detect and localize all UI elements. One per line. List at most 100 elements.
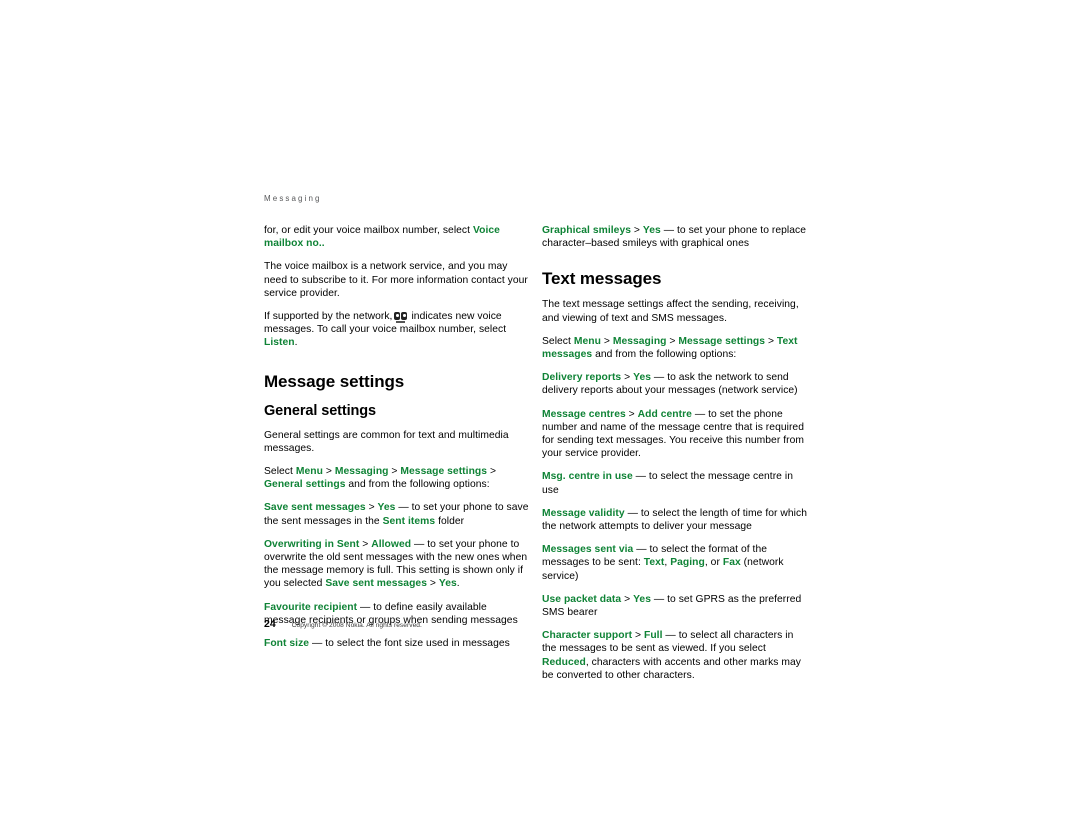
text-run: — [624,507,641,519]
text-run: If supported by the network, [264,311,393,323]
path-separator: > [426,578,439,590]
path-separator: > [487,466,497,478]
text-run: — [633,544,650,556]
right-column: Graphical smileys > Yes — to set your ph… [542,224,807,692]
text-run: to select the font size used in messages [325,638,510,650]
option-character-support: Character support > Full — to select all… [542,629,807,682]
menu-term-paging: Paging [670,557,705,569]
menu-term-listen: Listen [264,337,295,349]
menu-term-sent-items: Sent items [382,515,436,527]
option-term: Font size [264,638,310,650]
manual-page: Messaging for, or edit your voice mailbo… [0,0,1080,834]
option-message-validity: Message validity — to select the length … [542,507,807,533]
option-term: Graphical smileys [542,225,631,236]
path-separator: > [322,466,335,478]
menu-term-menu: Menu [295,466,323,478]
option-term: Favourite recipient [264,601,358,613]
left-column: for, or edit your voice mailbox number, … [264,224,529,660]
page-footer: 24 Copyright © 2008 Nokia. All rights re… [264,618,422,630]
path-separator: > [621,593,634,605]
menu-term-fax: Fax [722,557,741,569]
option-term: Message centres [542,408,626,420]
text-run: — [411,538,428,550]
option-term: Messages sent via [542,544,634,556]
menu-term-text: Text [643,557,665,569]
path-separator: > [388,466,401,478]
option-overwriting-in-sent: Overwriting in Sent > Allowed — to set y… [264,538,529,591]
menu-term-yes: Yes [438,578,457,590]
text-run: for, or edit your voice mailbox number, … [264,225,473,236]
menu-term-save-sent-messages: Save sent messages [325,578,427,590]
option-value: Add centre [637,408,692,420]
menu-term-reduced: Reduced [542,656,586,668]
menu-term-general-settings: General settings [264,479,346,491]
paragraph-text-settings: The text message settings affect the sen… [542,299,799,324]
option-term: Delivery reports [542,372,622,384]
subheading-general-settings: General settings [264,402,377,419]
text-run: — [662,630,679,642]
option-value: Full [644,630,663,642]
option-messages-sent-via: Messages sent via — to select the format… [542,543,807,583]
menu-term-message-settings: Message settings [678,335,766,347]
paragraph-network-service: The voice mailbox is a network service, … [264,261,528,299]
text-run: — [691,408,709,420]
option-graphical-smileys: Graphical smileys > Yes — to set your ph… [542,224,807,250]
text-run: — [357,601,374,613]
text-run: folder [435,515,465,527]
text-run: , or [704,557,723,569]
option-term: Save sent messages [264,502,366,514]
option-term: Message validity [542,507,625,519]
option-term: Character support [542,630,633,642]
running-head: Messaging [264,194,322,203]
text-run: — [632,471,649,483]
menu-term-messaging: Messaging [334,466,389,478]
text-run: — [650,593,668,605]
option-term: Overwriting in Sent [264,538,360,550]
paragraph-voicemail-edit: for, or edit your voice mailbox number, … [264,224,529,250]
section-title-text-messages: Text messages [542,269,662,289]
option-value: Yes [642,225,661,236]
path-separator: > [765,335,777,347]
path-separator: > [632,630,644,642]
option-msg-centre-in-use: Msg. centre in use — to select the messa… [542,470,807,496]
page-number: 24 [264,618,276,630]
option-value: Yes [377,502,396,514]
text-run: — [660,225,677,236]
option-use-packet-data: Use packet data > Yes — to set GPRS as t… [542,593,807,619]
text-run: — [395,502,412,514]
option-save-sent-messages: Save sent messages > Yes — to set your p… [264,501,529,527]
option-term: Msg. centre in use [542,471,633,483]
text-run: and from the following options: [592,349,737,361]
option-font-size: Font size — to select the font size used… [264,637,529,650]
path-separator: > [666,335,679,347]
path-separator: > [365,502,378,514]
menu-path-general-settings: Select Menu > Messaging > Message settin… [264,465,529,491]
text-run: — [651,372,668,384]
page-title-message-settings: Message settings [264,371,405,391]
text-run: and from the following options: [345,479,490,491]
path-separator: > [631,225,643,236]
option-value: Yes [633,372,652,384]
voicemail-icon [394,312,408,323]
path-separator: > [359,538,372,550]
text-run: . [456,578,460,590]
text-run: — [309,638,326,650]
option-value: Allowed [371,538,412,550]
option-message-centres: Message centres > Add centre — to set th… [542,408,807,461]
option-delivery-reports: Delivery reports > Yes — to ask the netw… [542,371,807,397]
text-run: . [294,337,298,349]
path-separator: > [621,372,634,384]
paragraph-supported-by-network: If supported by the network, indicates ne… [264,310,529,350]
menu-term-menu: Menu [573,335,601,347]
menu-path-text-messages: Select Menu > Messaging > Message settin… [542,335,807,361]
path-separator: > [625,408,638,420]
menu-term-messaging: Messaging [612,335,667,347]
copyright-notice: Copyright © 2008 Nokia. All rights reser… [291,622,422,629]
menu-term-message-settings: Message settings [400,466,488,478]
text-run: Select [264,466,296,478]
option-term: Use packet data [542,593,622,605]
path-separator: > [600,335,613,347]
paragraph-general-common: General settings are common for text and… [264,429,509,454]
text-run: Select [542,335,574,347]
option-value: Yes [633,593,651,605]
